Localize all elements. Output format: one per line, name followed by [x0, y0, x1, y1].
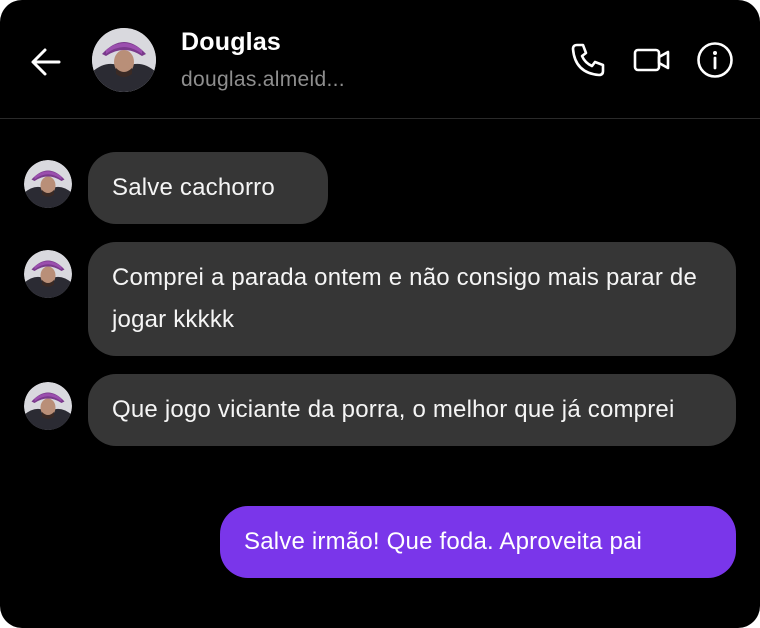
message-bubble[interactable]: Salve cachorro	[88, 152, 328, 224]
sender-avatar[interactable]	[24, 382, 72, 430]
sender-avatar[interactable]	[24, 250, 72, 298]
sender-avatar[interactable]	[24, 160, 72, 208]
call-button[interactable]	[566, 38, 610, 82]
chat-header: Douglas douglas.almeid...	[0, 0, 760, 119]
info-button[interactable]	[693, 38, 737, 82]
back-button[interactable]	[24, 40, 68, 84]
message-bubble[interactable]: Que jogo viciante da porra, o melhor que…	[88, 374, 736, 446]
info-circle-icon	[697, 42, 733, 78]
message-bubble[interactable]: Comprei a parada ontem e não consigo mai…	[88, 242, 736, 356]
chat-window: Douglas douglas.almeid... Salve cachorro…	[0, 0, 760, 628]
video-call-button[interactable]	[630, 38, 674, 82]
arrow-left-icon	[31, 48, 61, 76]
message-bubble-outgoing[interactable]: Salve irmão! Que foda. Aproveita pai	[220, 506, 736, 578]
contact-avatar[interactable]	[92, 28, 156, 92]
contact-username: douglas.almeid...	[181, 68, 345, 91]
phone-icon	[571, 43, 605, 77]
contact-name[interactable]: Douglas	[181, 28, 281, 57]
video-camera-icon	[633, 48, 670, 72]
